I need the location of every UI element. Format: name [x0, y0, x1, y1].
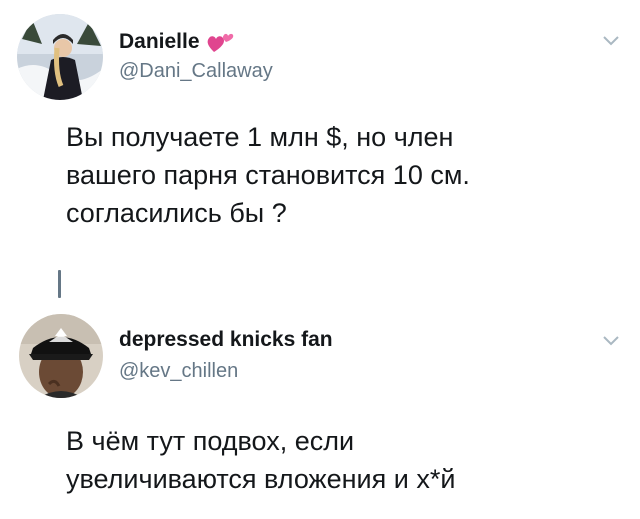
- user-handle[interactable]: @Dani_Callaway: [119, 60, 273, 83]
- tweet-text: Вы получаете 1 млн $, но член вашего пар…: [66, 122, 470, 228]
- display-name[interactable]: depressed knicks fan: [119, 328, 333, 352]
- avatar-photo: [17, 14, 103, 100]
- author-row: depressed knicks fan: [119, 328, 333, 352]
- user-handle[interactable]: @kev_chillen: [119, 360, 238, 383]
- avatar[interactable]: [19, 314, 103, 398]
- author-row: Danielle: [119, 30, 234, 54]
- two-hearts-icon: [207, 33, 233, 52]
- avatar[interactable]: [17, 14, 103, 100]
- thread-connector: [58, 270, 61, 298]
- display-name[interactable]: Danielle: [119, 30, 200, 54]
- chevron-down-icon[interactable]: [603, 36, 619, 46]
- chevron-down-icon[interactable]: [603, 336, 619, 346]
- avatar-photo: [19, 314, 103, 398]
- tweet-text: В чём тут подвох, если увеличиваются вло…: [66, 426, 456, 494]
